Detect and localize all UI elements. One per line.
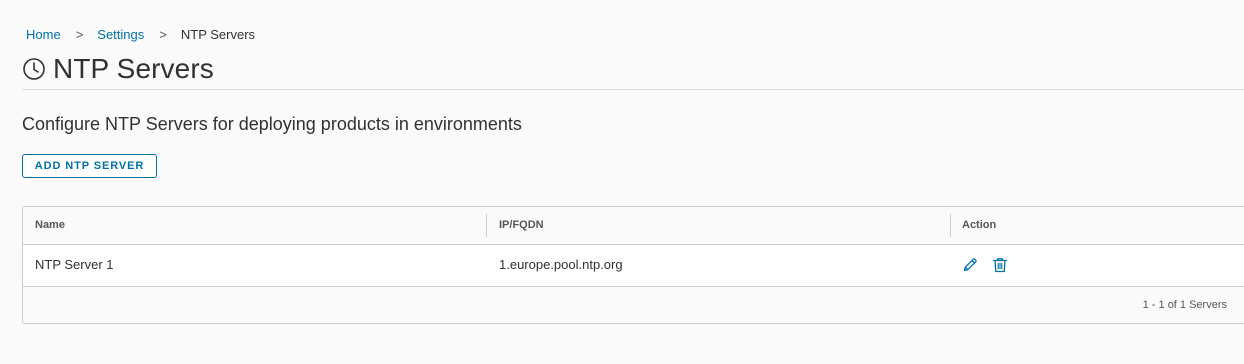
breadcrumb-separator: > [159, 27, 167, 42]
edit-icon[interactable] [961, 256, 979, 274]
column-header-name[interactable]: Name [23, 207, 486, 244]
add-ntp-server-button[interactable]: ADD NTP SERVER [22, 154, 157, 178]
cell-ip-fqdn: 1.europe.pool.ntp.org [499, 257, 623, 272]
column-header-ip-fqdn[interactable]: IP/FQDN [487, 207, 950, 244]
cell-server-name: NTP Server 1 [35, 257, 114, 272]
column-header-action: Action [962, 219, 997, 231]
table-row: NTP Server 1 1.europe.pool.ntp.org [23, 245, 1244, 287]
page: Home > Settings > NTP Servers NTP Server… [0, 0, 1244, 364]
breadcrumb-home-link[interactable]: Home [26, 27, 61, 42]
breadcrumb-settings-link[interactable]: Settings [97, 27, 144, 42]
clock-icon [23, 58, 45, 80]
breadcrumb: Home > Settings > NTP Servers [26, 27, 255, 42]
breadcrumb-separator: > [75, 27, 84, 42]
page-description: Configure NTP Servers for deploying prod… [22, 114, 522, 134]
page-title: NTP Servers [53, 53, 214, 84]
header-divider [22, 89, 1244, 90]
pagination-summary: 1 - 1 of 1 Servers [1142, 299, 1227, 311]
breadcrumb-current: NTP Servers [180, 27, 256, 42]
ntp-servers-table: Name IP/FQDN Action NTP Server 1 1.europ… [22, 206, 1244, 324]
table-footer: 1 - 1 of 1 Servers [23, 287, 1244, 323]
row-actions [961, 256, 1009, 274]
page-header: NTP Servers [22, 52, 214, 86]
table-header: Name IP/FQDN Action [23, 207, 1244, 245]
delete-icon[interactable] [991, 256, 1009, 274]
